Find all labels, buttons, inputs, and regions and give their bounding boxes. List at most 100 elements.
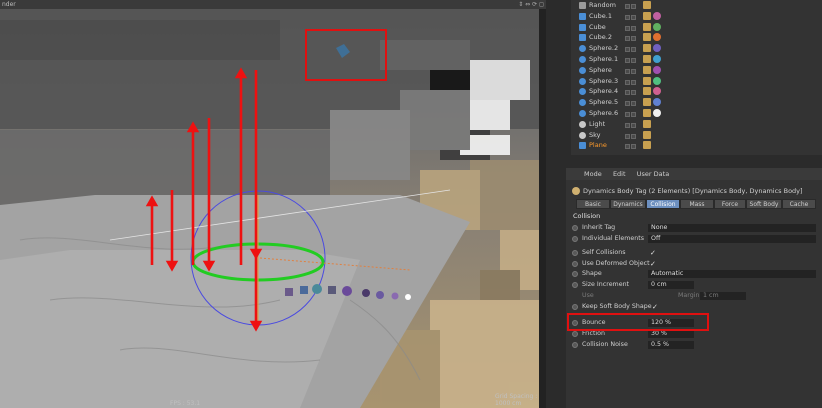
keyframe-dot-icon[interactable] (572, 304, 578, 310)
visibility-toggle[interactable] (625, 56, 639, 63)
object-row[interactable]: Cube.2 (571, 32, 822, 43)
object-manager[interactable]: Random Cube.1 Cube Cube.2 Sphere.2 Sphere.1 Sp… (571, 0, 822, 155)
menu-edit[interactable]: Edit (613, 170, 626, 178)
keyframe-dot-icon[interactable] (572, 236, 578, 242)
prop-individual-elements[interactable]: Individual Elements Off (570, 234, 822, 244)
object-name[interactable]: Sphere.1 (589, 54, 618, 65)
object-name[interactable]: Random (589, 0, 616, 11)
prop-inherit-tag[interactable]: Inherit Tag None (570, 223, 822, 233)
dynamics-body-tag-icon[interactable] (643, 141, 651, 150)
inherit-tag-select[interactable]: None (648, 224, 816, 232)
prop-shape[interactable]: Shape Automatic (570, 269, 822, 279)
object-row[interactable]: Sphere.5 (571, 97, 822, 108)
shape-select[interactable]: Automatic (648, 270, 816, 278)
object-row[interactable]: Sphere (571, 65, 822, 76)
keyframe-dot-icon[interactable] (572, 282, 578, 288)
collision-noise-field[interactable]: 0.5 % (648, 341, 694, 349)
object-tags[interactable] (643, 141, 653, 150)
visibility-toggle[interactable] (625, 99, 639, 107)
object-name[interactable]: Sphere.5 (589, 97, 618, 108)
use-deformed-checkbox[interactable]: ✓ (650, 259, 656, 269)
3d-viewport[interactable]: nder ⇕ ⇔ ⟳ ◻ FPS : 53.1 Grid Spacing : 1… (0, 0, 546, 408)
material-tag-icon[interactable] (653, 65, 661, 74)
dynamics-body-tag-icon[interactable] (643, 87, 651, 96)
object-tags[interactable] (643, 98, 663, 107)
tab-force[interactable]: Force (714, 199, 746, 209)
dynamics-body-tag-icon[interactable] (643, 65, 651, 74)
visibility-toggle[interactable] (625, 132, 639, 139)
prop-size-increment[interactable]: Size Increment 0 cm (570, 280, 822, 290)
dynamics-body-tag-icon[interactable] (643, 109, 651, 117)
material-tag-icon[interactable] (653, 11, 661, 20)
object-tags[interactable] (643, 33, 663, 42)
visibility-toggle[interactable] (625, 121, 639, 128)
object-name[interactable]: Sphere.6 (589, 108, 618, 119)
material-tag-icon[interactable] (653, 55, 661, 63)
tab-dynamics[interactable]: Dynamics (610, 199, 646, 209)
visibility-toggle[interactable] (625, 88, 639, 96)
prop-keep-soft-body-shape[interactable]: Keep Soft Body Shape ✓ (570, 302, 822, 312)
dynamics-body-tag-icon[interactable] (643, 22, 651, 31)
object-row[interactable]: Cube (571, 22, 822, 33)
object-row[interactable]: Sky (571, 130, 822, 141)
prop-use-deformed[interactable]: Use Deformed Object ✓ (570, 259, 822, 269)
object-tags[interactable] (643, 22, 663, 32)
dynamics-body-tag-icon[interactable] (643, 55, 651, 63)
object-tags[interactable] (643, 55, 663, 64)
tab-cache[interactable]: Cache (782, 199, 816, 209)
visibility-toggle[interactable] (625, 2, 639, 9)
object-row[interactable]: Sphere.4 (571, 86, 822, 97)
visibility-toggle[interactable] (625, 110, 639, 117)
material-tag-icon[interactable] (653, 22, 661, 31)
visibility-toggle[interactable] (625, 13, 639, 20)
viewport-scrollbar[interactable] (539, 9, 546, 408)
tab-mass[interactable]: Mass (680, 199, 714, 209)
keep-soft-body-shape-checkbox[interactable]: ✓ (652, 302, 658, 312)
dynamics-body-tag-icon[interactable] (643, 33, 651, 42)
material-tag-icon[interactable] (653, 44, 661, 53)
prop-use-margin[interactable]: Use Margin 1 cm (570, 291, 822, 301)
object-name[interactable]: Cube (589, 22, 606, 33)
material-tag-icon[interactable] (653, 87, 661, 96)
object-row[interactable]: Random (571, 0, 822, 11)
object-row[interactable]: Sphere.3 (571, 76, 822, 87)
keyframe-dot-icon[interactable] (572, 271, 578, 277)
object-name[interactable]: Cube.2 (589, 32, 612, 43)
object-row[interactable]: Sphere.1 (571, 54, 822, 65)
object-name[interactable]: Light (589, 119, 605, 130)
material-tag-icon[interactable] (653, 109, 661, 117)
object-row[interactable]: Plane (571, 140, 822, 151)
tab-basic[interactable]: Basic (576, 199, 610, 209)
object-tags[interactable] (643, 44, 663, 53)
tab-soft-body[interactable]: Soft Body (746, 199, 782, 209)
dynamics-body-tag-icon[interactable] (643, 98, 651, 107)
visibility-toggle[interactable] (625, 24, 639, 31)
dynamics-body-tag-icon[interactable] (643, 119, 651, 128)
object-tags[interactable] (643, 76, 663, 86)
prop-collision-noise[interactable]: Collision Noise 0.5 % (570, 340, 822, 350)
object-name[interactable]: Sphere (589, 65, 612, 76)
visibility-toggle[interactable] (625, 45, 639, 53)
menu-user-data[interactable]: User Data (637, 170, 669, 178)
self-collisions-checkbox[interactable]: ✓ (650, 248, 656, 258)
object-row[interactable]: Light (571, 119, 822, 130)
tab-collision[interactable]: Collision (646, 199, 680, 209)
object-row[interactable]: Cube.1 (571, 11, 822, 22)
viewport-nav-icons[interactable]: ⇕ ⇔ ⟳ ◻ (518, 0, 544, 9)
dynamics-body-tag-icon[interactable] (643, 11, 651, 20)
object-tags[interactable] (643, 65, 663, 75)
object-row[interactable]: Sphere.2 (571, 43, 822, 54)
material-tag-icon[interactable] (653, 98, 661, 107)
visibility-toggle[interactable] (625, 67, 639, 74)
dynamics-body-tag-icon[interactable] (643, 44, 651, 53)
object-tags[interactable] (643, 87, 663, 96)
keyframe-dot-icon[interactable] (572, 261, 578, 267)
object-tags[interactable] (643, 130, 653, 140)
keyframe-dot-icon[interactable] (572, 331, 578, 337)
dynamics-body-tag-icon[interactable] (643, 1, 651, 9)
object-tags[interactable] (643, 119, 653, 129)
keyframe-dot-icon[interactable] (572, 225, 578, 231)
material-tag-icon[interactable] (653, 76, 661, 85)
keyframe-dot-icon[interactable] (572, 342, 578, 348)
material-tag-icon[interactable] (653, 33, 661, 42)
